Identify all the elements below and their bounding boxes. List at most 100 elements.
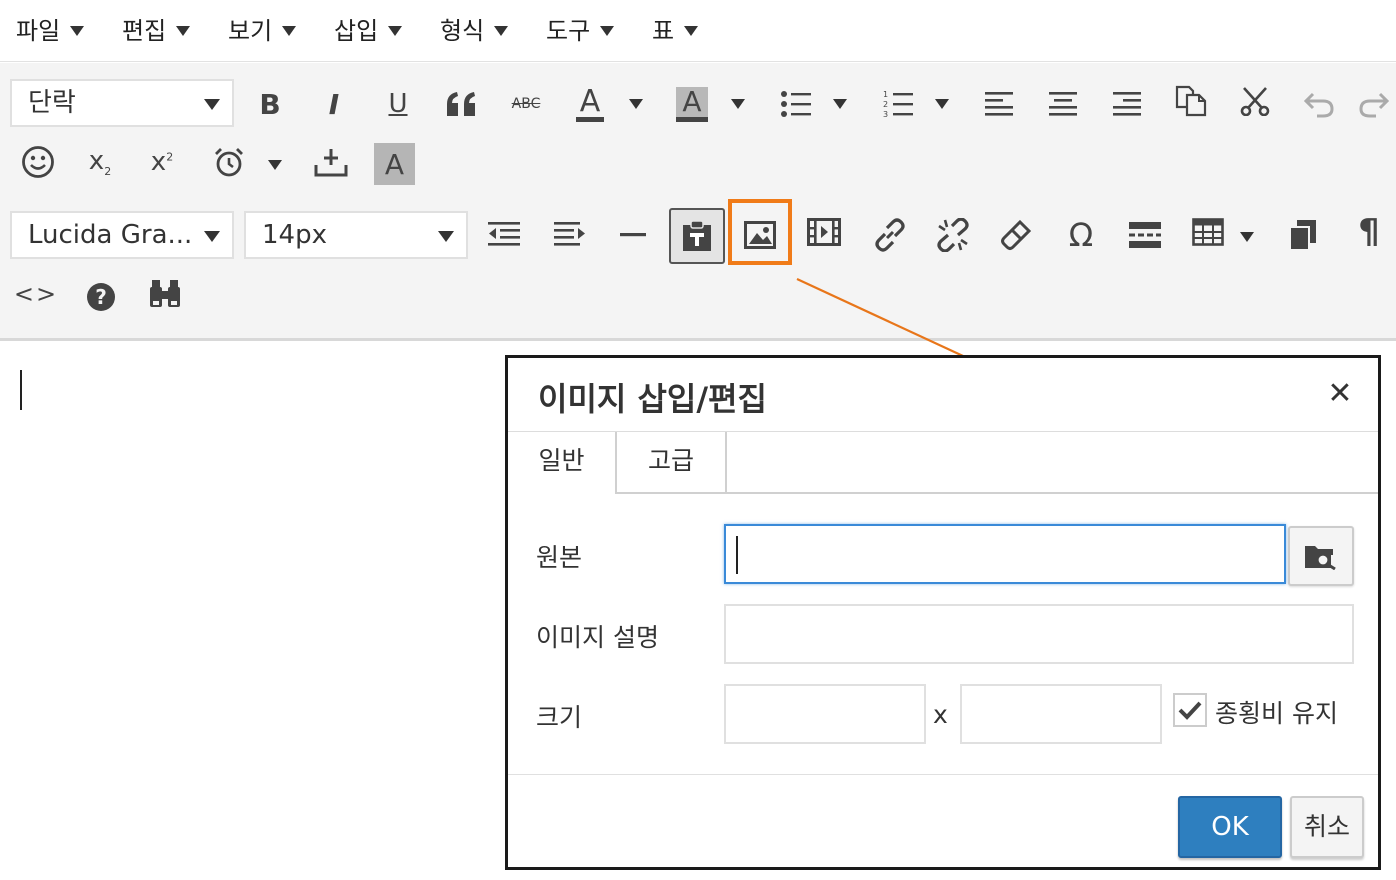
copy-format-icon <box>1289 220 1316 251</box>
numbered-list-icon: 123 <box>883 90 913 119</box>
underline-button[interactable]: U <box>374 80 422 128</box>
superscript-button[interactable]: x2 <box>138 138 186 186</box>
source-code-button[interactable]: <> <box>12 270 60 318</box>
bullet-list-icon <box>781 91 811 117</box>
find-replace-button[interactable] <box>141 270 189 318</box>
dialog-footer-divider <box>508 774 1378 775</box>
insert-image-dialog: 이미지 삽입/편집 ✕ 일반 고급 원본 이미지 설명 크기 x 종횡비 유지 … <box>505 355 1381 870</box>
font-size-select[interactable]: 14px <box>244 211 468 259</box>
insert-button[interactable] <box>307 138 355 186</box>
undo-button[interactable] <box>1295 80 1343 128</box>
image-button-highlight <box>728 199 792 265</box>
align-right-button[interactable] <box>1103 80 1151 128</box>
menu-edit[interactable]: 편집 <box>122 14 191 48</box>
underline-icon: U <box>388 89 408 119</box>
table-button[interactable] <box>1184 208 1232 256</box>
unlink-button[interactable] <box>929 211 977 259</box>
bullet-list-button[interactable] <box>772 80 820 128</box>
outdent-button[interactable] <box>480 211 528 259</box>
text-color-icon: A <box>575 86 605 122</box>
strikethrough-button[interactable]: ABC <box>502 80 550 128</box>
font-size-value: 14px <box>262 220 327 250</box>
align-right-icon <box>1113 92 1141 116</box>
menu-tools-label: 도구 <box>546 17 591 45</box>
page-break-button[interactable] <box>1121 211 1169 259</box>
menu-tools[interactable]: 도구 <box>546 14 615 48</box>
browse-button[interactable] <box>1288 526 1354 586</box>
svg-text:1: 1 <box>883 90 888 99</box>
numbered-list-dropdown[interactable] <box>935 99 949 109</box>
paste-button[interactable] <box>669 208 725 264</box>
indent-icon <box>554 222 585 246</box>
help-button[interactable]: ? <box>77 273 125 321</box>
source-input[interactable] <box>724 524 1286 584</box>
subscript-base: x <box>88 145 105 176</box>
size-separator: x <box>933 700 948 729</box>
tab-advanced[interactable]: 고급 <box>617 432 725 494</box>
alarm-dropdown[interactable] <box>268 160 282 170</box>
font-family-select[interactable]: Lucida Gra... <box>10 211 234 259</box>
tab-general[interactable]: 일반 <box>508 432 615 494</box>
horizontal-rule-icon <box>620 233 646 237</box>
undo-icon <box>1303 92 1334 118</box>
indent-button[interactable] <box>546 211 594 259</box>
emoji-button[interactable] <box>14 138 62 186</box>
cut-button[interactable] <box>1231 77 1279 125</box>
eraser-icon <box>1001 219 1032 250</box>
special-char-button[interactable]: Ω <box>1057 211 1105 259</box>
page-break-icon <box>1129 222 1161 248</box>
constrain-proportions-label: 종횡비 유지 <box>1215 699 1338 728</box>
table-dropdown[interactable] <box>1240 232 1254 242</box>
menu-table[interactable]: 표 <box>652 14 699 48</box>
subscript-button[interactable]: x2 <box>76 138 124 186</box>
background-color-button[interactable]: A <box>668 80 716 128</box>
subscript-index: 2 <box>104 165 112 179</box>
bold-icon: B <box>259 87 281 121</box>
align-center-button[interactable] <box>1039 80 1087 128</box>
link-button[interactable] <box>866 211 914 259</box>
strikethrough-icon: ABC <box>511 96 541 112</box>
alarm-button[interactable] <box>205 138 253 186</box>
paste-icon <box>683 220 711 251</box>
description-input[interactable] <box>724 604 1354 664</box>
menu-file[interactable]: 파일 <box>16 14 85 48</box>
close-icon[interactable]: ✕ <box>1324 378 1356 410</box>
italic-button[interactable]: I <box>310 80 358 128</box>
menubar: 파일 편집 보기 삽입 형식 도구 표 <box>0 0 1396 62</box>
text-color-button[interactable]: A <box>566 80 614 128</box>
height-input[interactable] <box>960 684 1162 744</box>
copy-format-button[interactable] <box>1279 211 1327 259</box>
description-label: 이미지 설명 <box>536 623 659 652</box>
block-format-value: 단락 <box>28 88 76 118</box>
emoji-icon <box>22 146 54 178</box>
redo-button[interactable] <box>1358 80 1396 128</box>
input-text-cursor <box>736 536 738 574</box>
constrain-proportions-checkbox[interactable] <box>1173 693 1207 727</box>
text-color-dropdown[interactable] <box>629 99 643 109</box>
block-format-select[interactable]: 단락 <box>10 79 234 127</box>
eraser-button[interactable] <box>992 211 1040 259</box>
background-color-dropdown[interactable] <box>731 99 745 109</box>
blockquote-button[interactable] <box>438 80 486 128</box>
width-input[interactable] <box>724 684 926 744</box>
video-icon <box>807 218 841 246</box>
ok-button[interactable]: OK <box>1178 796 1282 858</box>
numbered-list-button[interactable]: 123 <box>874 80 922 128</box>
checkmark-icon <box>1178 701 1202 720</box>
cancel-button[interactable]: 취소 <box>1290 796 1364 858</box>
bold-button[interactable]: B <box>246 80 294 128</box>
superscript-base: x <box>150 147 167 177</box>
bullet-list-dropdown[interactable] <box>833 99 847 109</box>
menu-insert[interactable]: 삽입 <box>334 14 403 48</box>
copy-button[interactable] <box>1167 77 1215 125</box>
video-button[interactable] <box>800 208 848 256</box>
show-blocks-button[interactable]: ¶ <box>1345 208 1393 256</box>
highlight-button[interactable]: A <box>374 143 415 185</box>
menu-view[interactable]: 보기 <box>228 14 297 48</box>
align-left-button[interactable] <box>975 80 1023 128</box>
horizontal-rule-button[interactable] <box>609 211 657 259</box>
tab-general-label: 일반 <box>538 446 585 475</box>
dialog-title: 이미지 삽입/편집 <box>538 380 767 418</box>
redo-icon <box>1359 92 1390 118</box>
menu-format[interactable]: 형식 <box>440 14 509 48</box>
